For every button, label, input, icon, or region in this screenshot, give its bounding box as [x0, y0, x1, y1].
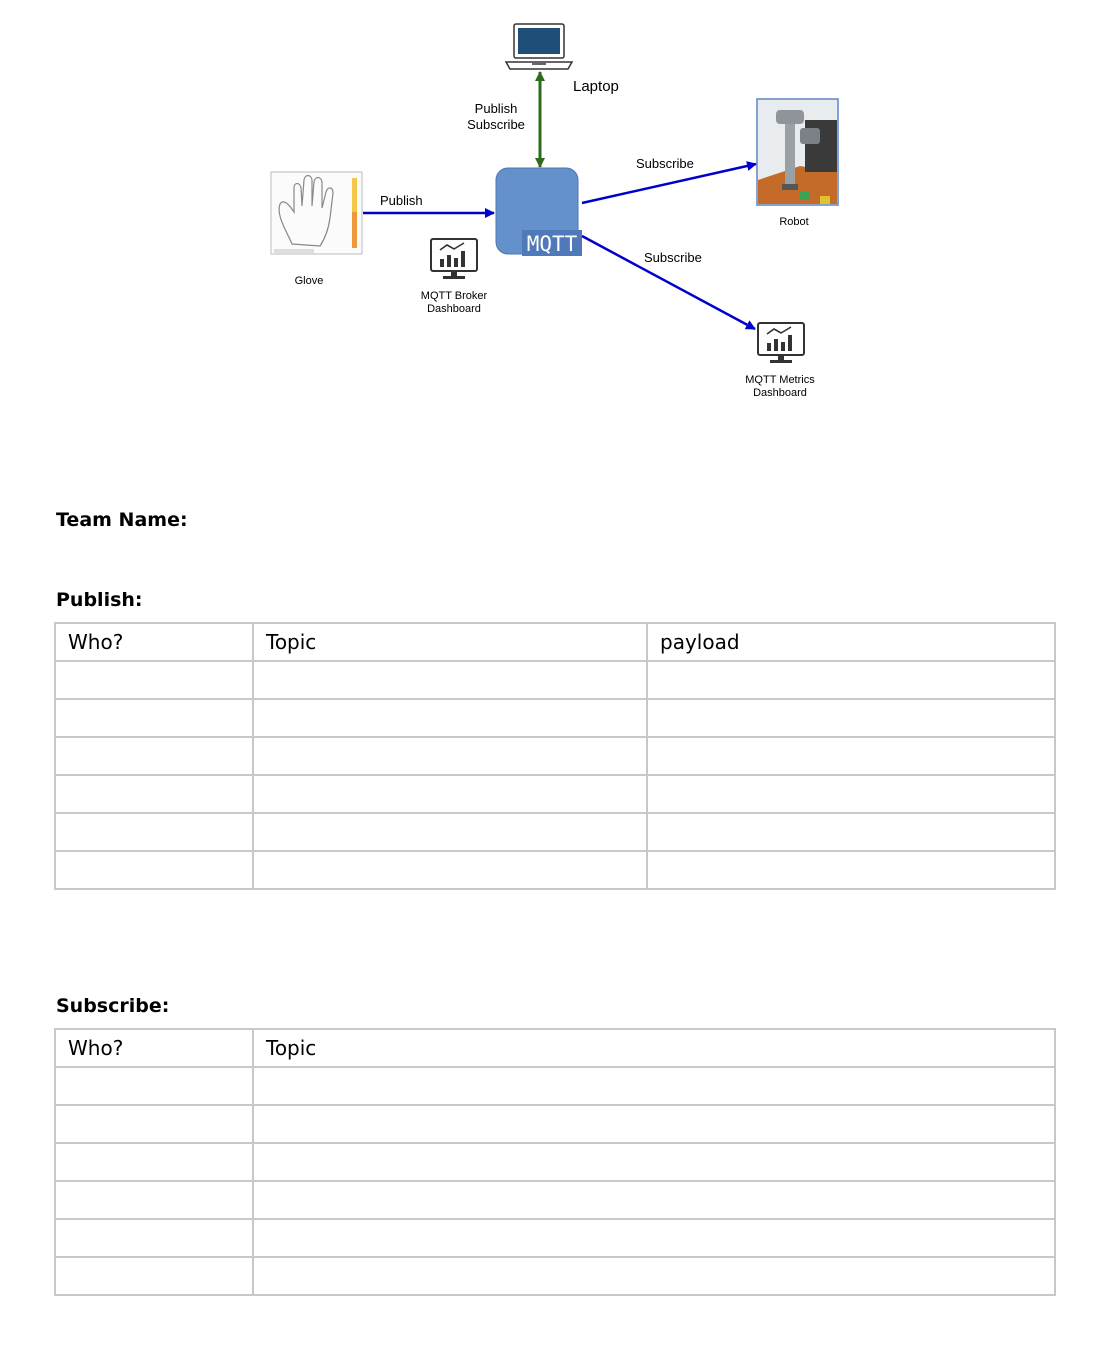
broker-dashboard-label-2: Dashboard: [427, 303, 481, 315]
table-row: [54, 1256, 1056, 1296]
table-cell[interactable]: [646, 812, 1056, 852]
table-cell[interactable]: [54, 850, 254, 890]
table-cell[interactable]: [252, 1180, 1056, 1220]
table-cell[interactable]: [54, 736, 254, 776]
subscribe-col-topic: Topic: [252, 1028, 1056, 1068]
mqtt-architecture-diagram: Laptop Publish Subscribe MQTT Subscribe …: [270, 23, 839, 399]
publish-header-row: Who? Topic payload: [54, 622, 1056, 662]
table-cell[interactable]: [54, 1104, 254, 1144]
publish-table: Who? Topic payload: [54, 622, 1056, 890]
table-row: [54, 736, 1056, 776]
table-cell[interactable]: [252, 812, 648, 852]
glove-link-label: Publish: [380, 193, 423, 208]
subscribe-heading: Subscribe:: [56, 995, 170, 1017]
table-cell[interactable]: [252, 1066, 1056, 1106]
table-row: [54, 812, 1056, 852]
table-cell[interactable]: [54, 1142, 254, 1182]
subscribe-table: Who? Topic: [54, 1028, 1056, 1296]
table-row: [54, 850, 1056, 890]
table-cell[interactable]: [646, 736, 1056, 776]
metrics-link-label: Subscribe: [644, 250, 702, 265]
robot-image: [756, 98, 839, 206]
table-row: [54, 1066, 1056, 1106]
table-cell[interactable]: [54, 774, 254, 814]
table-cell[interactable]: [54, 660, 254, 700]
glove-image: [270, 171, 363, 255]
table-row: [54, 698, 1056, 738]
table-cell[interactable]: [252, 850, 648, 890]
table-cell[interactable]: [646, 774, 1056, 814]
subscribe-header-row: Who? Topic: [54, 1028, 1056, 1068]
table-row: [54, 1180, 1056, 1220]
table-cell[interactable]: [54, 1218, 254, 1258]
laptop-link-label-subscribe: Subscribe: [467, 117, 525, 132]
laptop-link-label-publish: Publish: [475, 101, 518, 116]
table-cell[interactable]: [252, 774, 648, 814]
publish-col-who: Who?: [54, 622, 254, 662]
table-cell[interactable]: [54, 698, 254, 738]
broker-dashboard-label-1: MQTT Broker: [421, 290, 488, 302]
table-cell[interactable]: [54, 1066, 254, 1106]
glove-label: Glove: [295, 275, 324, 287]
mqtt-broker-icon: MQTT: [495, 167, 582, 256]
broker-badge: MQTT: [527, 232, 578, 256]
table-cell[interactable]: [252, 698, 648, 738]
metrics-dashboard-icon: [757, 322, 805, 363]
table-cell[interactable]: [252, 736, 648, 776]
table-row: [54, 774, 1056, 814]
table-cell[interactable]: [54, 1180, 254, 1220]
table-cell[interactable]: [54, 1256, 254, 1296]
table-cell[interactable]: [252, 1142, 1056, 1182]
table-cell[interactable]: [646, 660, 1056, 700]
table-cell[interactable]: [252, 1256, 1056, 1296]
publish-col-topic: Topic: [252, 622, 648, 662]
table-cell[interactable]: [646, 850, 1056, 890]
robot-link-label: Subscribe: [636, 156, 694, 171]
subscribe-col-who: Who?: [54, 1028, 254, 1068]
table-row: [54, 1104, 1056, 1144]
table-cell[interactable]: [646, 698, 1056, 738]
table-cell[interactable]: [54, 812, 254, 852]
broker-dashboard-icon: [430, 238, 478, 279]
table-cell[interactable]: [252, 1104, 1056, 1144]
robot-label: Robot: [779, 216, 808, 228]
team-name-label: Team Name:: [56, 509, 188, 531]
table-cell[interactable]: [252, 1218, 1056, 1258]
metrics-dashboard-label-2: Dashboard: [753, 387, 807, 399]
table-row: [54, 1142, 1056, 1182]
table-row: [54, 660, 1056, 700]
metrics-dashboard-label-1: MQTT Metrics: [745, 374, 815, 386]
publish-heading: Publish:: [56, 589, 143, 611]
laptop-label: Laptop: [573, 78, 619, 95]
laptop-icon: [504, 23, 574, 70]
publish-col-payload: payload: [646, 622, 1056, 662]
table-cell[interactable]: [252, 660, 648, 700]
table-row: [54, 1218, 1056, 1258]
